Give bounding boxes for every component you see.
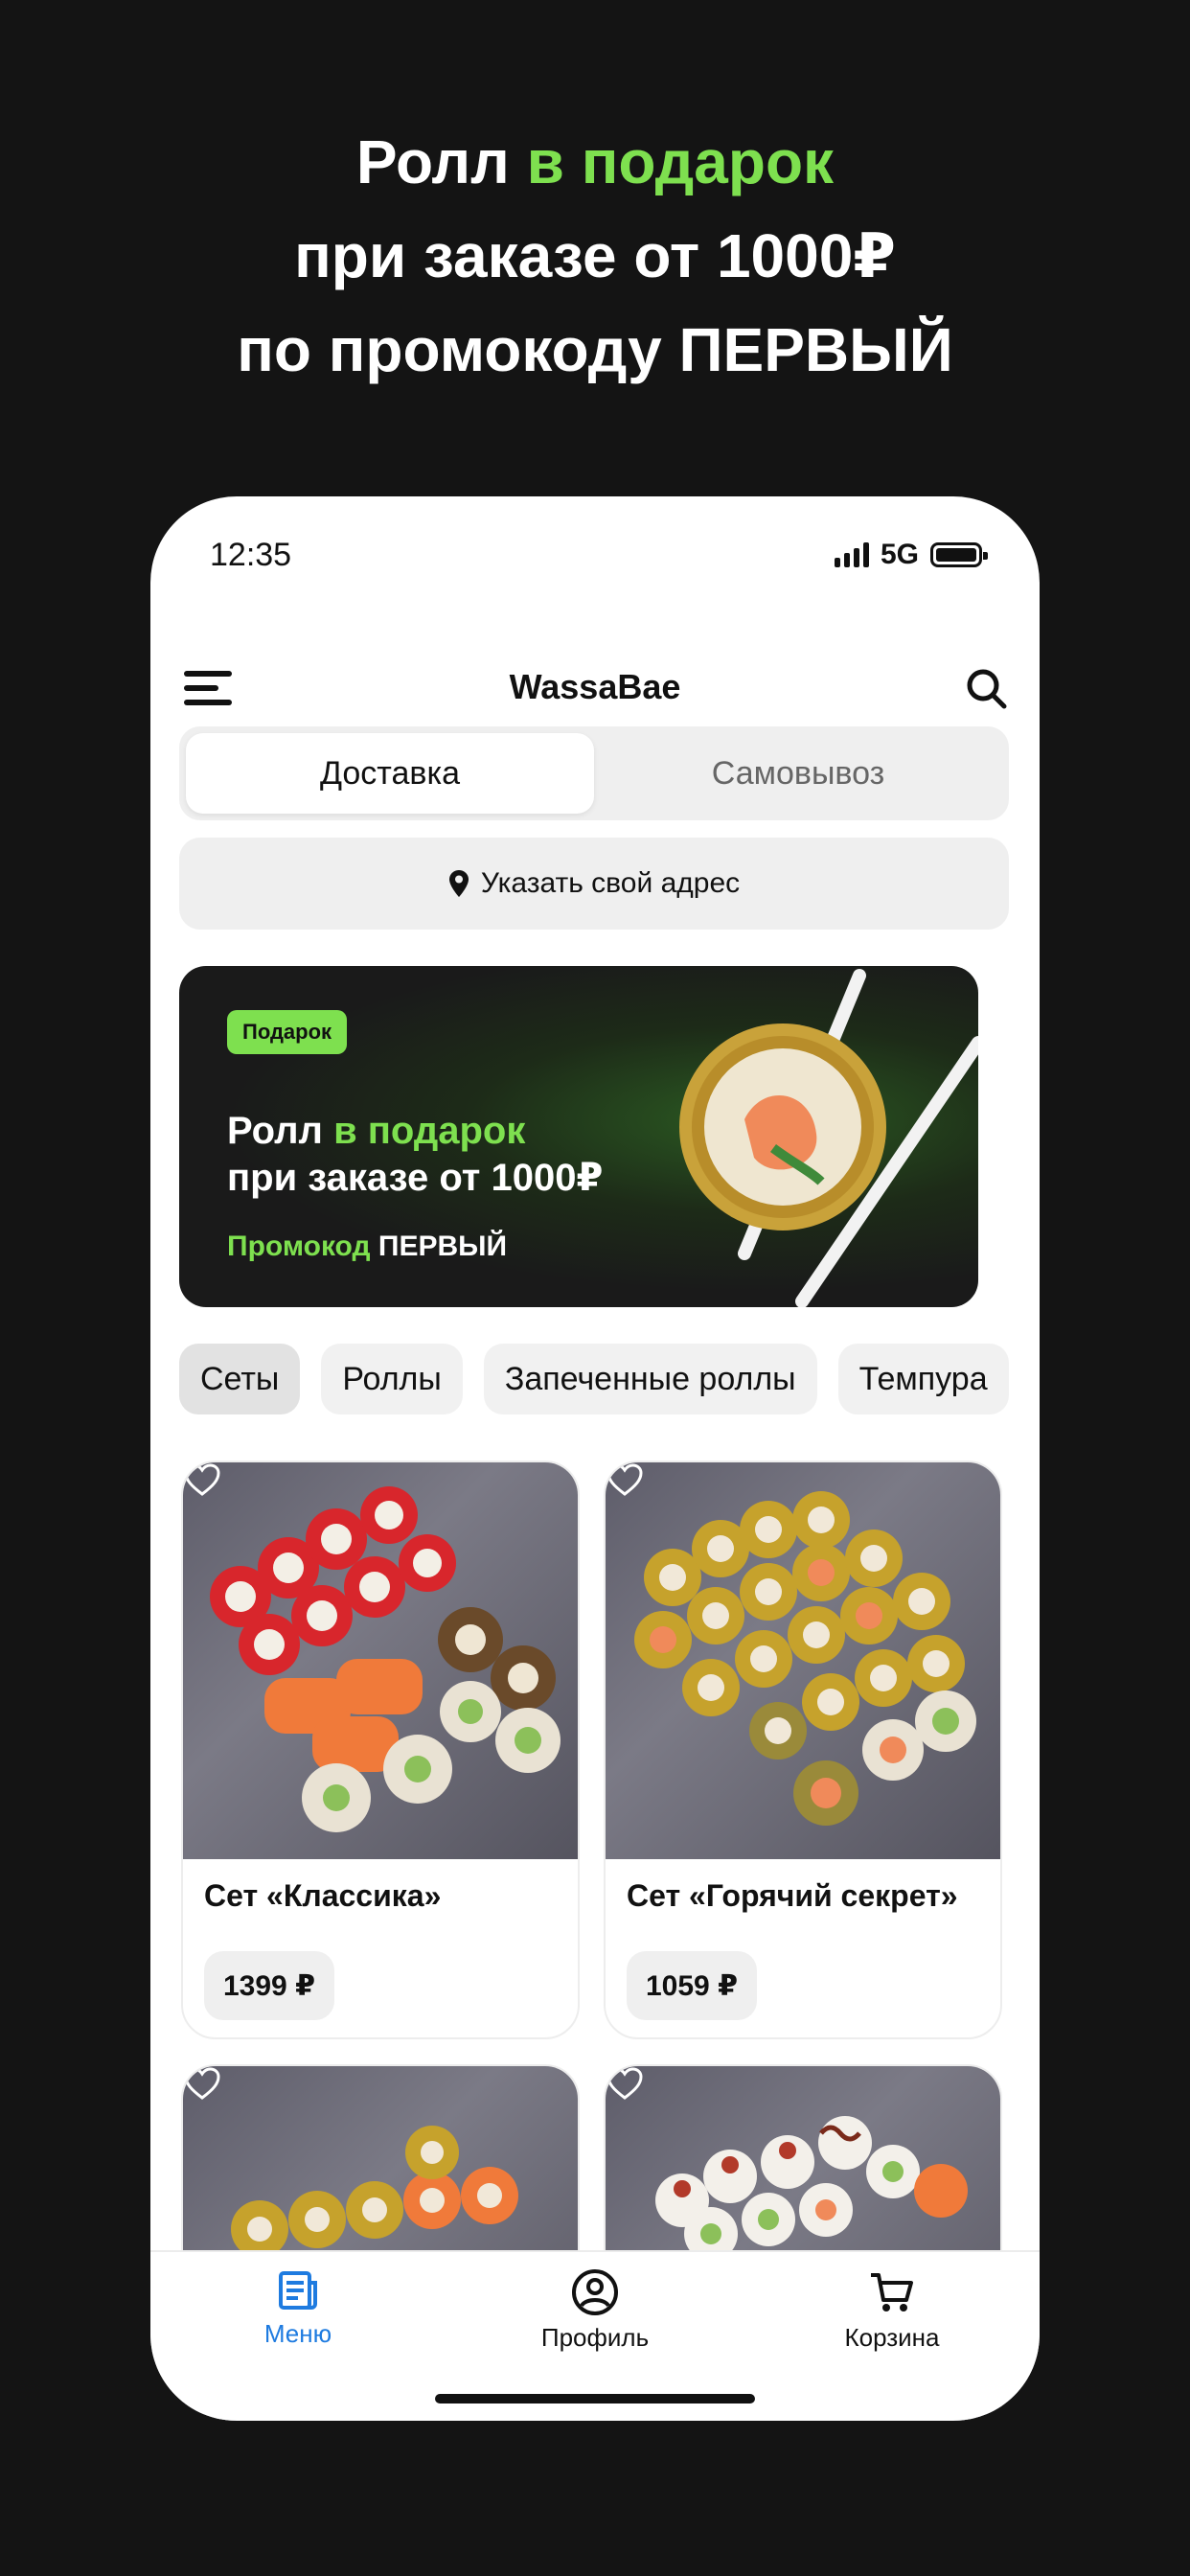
category-chip-baked[interactable]: Запеченные роллы xyxy=(483,1344,817,1414)
promo-headline: Ролл в подарок при заказе от 1000₽ по пр… xyxy=(0,115,1190,397)
pickup-option[interactable]: Самовывоз xyxy=(594,733,1002,814)
headline-line3: по промокоду ПЕРВЫЙ xyxy=(237,315,953,384)
headline-part: Ролл xyxy=(355,127,527,196)
signal-icon xyxy=(834,542,869,567)
product-image xyxy=(183,1462,578,1859)
banner-title-part: Ролл xyxy=(227,1110,334,1152)
banner-title-accent: в подарок xyxy=(333,1110,526,1152)
address-button[interactable]: Указать свой адрес xyxy=(179,838,1009,930)
search-icon[interactable] xyxy=(965,667,1009,711)
headline-line2: при заказе от 1000₽ xyxy=(294,221,896,290)
product-price[interactable]: 1399 ₽ xyxy=(204,1951,334,2020)
category-chip-tempura[interactable]: Темпура xyxy=(837,1344,1009,1414)
product-card[interactable]: Сет «Горячий секрет» 1059 ₽ xyxy=(604,1460,1002,2039)
menu-tab-icon xyxy=(279,2271,317,2310)
status-bar: 12:35 5G xyxy=(150,496,1040,621)
product-name: Сет «Классика» xyxy=(204,1878,442,1913)
roll-image xyxy=(679,969,978,1307)
tab-profile[interactable]: Профиль xyxy=(499,2267,691,2353)
headline-accent: в подарок xyxy=(526,127,835,196)
category-chips: Сеты Роллы Запеченные роллы Темпура xyxy=(179,1344,1040,1414)
tab-profile-label: Профиль xyxy=(540,2323,650,2352)
app-header: WassaBae xyxy=(150,640,1040,736)
profile-icon xyxy=(572,2269,618,2315)
category-chip-rolls[interactable]: Роллы xyxy=(321,1344,463,1414)
tab-cart[interactable]: Корзина xyxy=(796,2267,988,2353)
banner-promo: Промокод ПЕРВЫЙ xyxy=(227,1230,507,1263)
battery-icon xyxy=(930,542,988,567)
tab-menu[interactable]: Меню xyxy=(202,2267,394,2349)
tab-menu-label: Меню xyxy=(263,2319,332,2348)
category-chip-sets[interactable]: Сеты xyxy=(179,1344,301,1414)
gift-badge: Подарок xyxy=(227,1010,348,1054)
cart-icon xyxy=(871,2273,913,2312)
address-label: Указать свой адрес xyxy=(480,867,741,899)
heart-icon[interactable] xyxy=(183,2066,221,2101)
banner-subtitle: при заказе от 1000₽ xyxy=(227,1157,604,1199)
delivery-mode-toggle: Доставка Самовывоз xyxy=(179,726,1009,820)
app-title: WassaBae xyxy=(509,667,681,706)
location-pin-icon xyxy=(448,870,469,897)
home-indicator[interactable] xyxy=(435,2394,755,2404)
heart-icon[interactable] xyxy=(183,1462,221,1497)
product-price[interactable]: 1059 ₽ xyxy=(627,1951,757,2020)
product-image xyxy=(606,1462,1000,1859)
heart-icon[interactable] xyxy=(606,2066,644,2101)
product-name: Сет «Горячий секрет» xyxy=(627,1878,958,1913)
banner-title: Ролл в подарок xyxy=(227,1110,525,1153)
promo-code: ПЕРВЫЙ xyxy=(378,1230,508,1262)
status-time: 12:35 xyxy=(210,537,292,573)
tab-cart-label: Корзина xyxy=(844,2323,940,2352)
product-card[interactable]: Сет «Классика» 1399 ₽ xyxy=(181,1460,580,2039)
network-type: 5G xyxy=(880,539,919,570)
promo-label: Промокод xyxy=(227,1230,371,1262)
promo-banner[interactable]: Подарок Ролл в подарок при заказе от 100… xyxy=(179,966,978,1307)
phone-screen: 12:35 5G WassaBae Доставка Самовывоз Ука… xyxy=(150,496,1040,2421)
delivery-option[interactable]: Доставка xyxy=(186,733,594,814)
heart-icon[interactable] xyxy=(606,1462,644,1497)
